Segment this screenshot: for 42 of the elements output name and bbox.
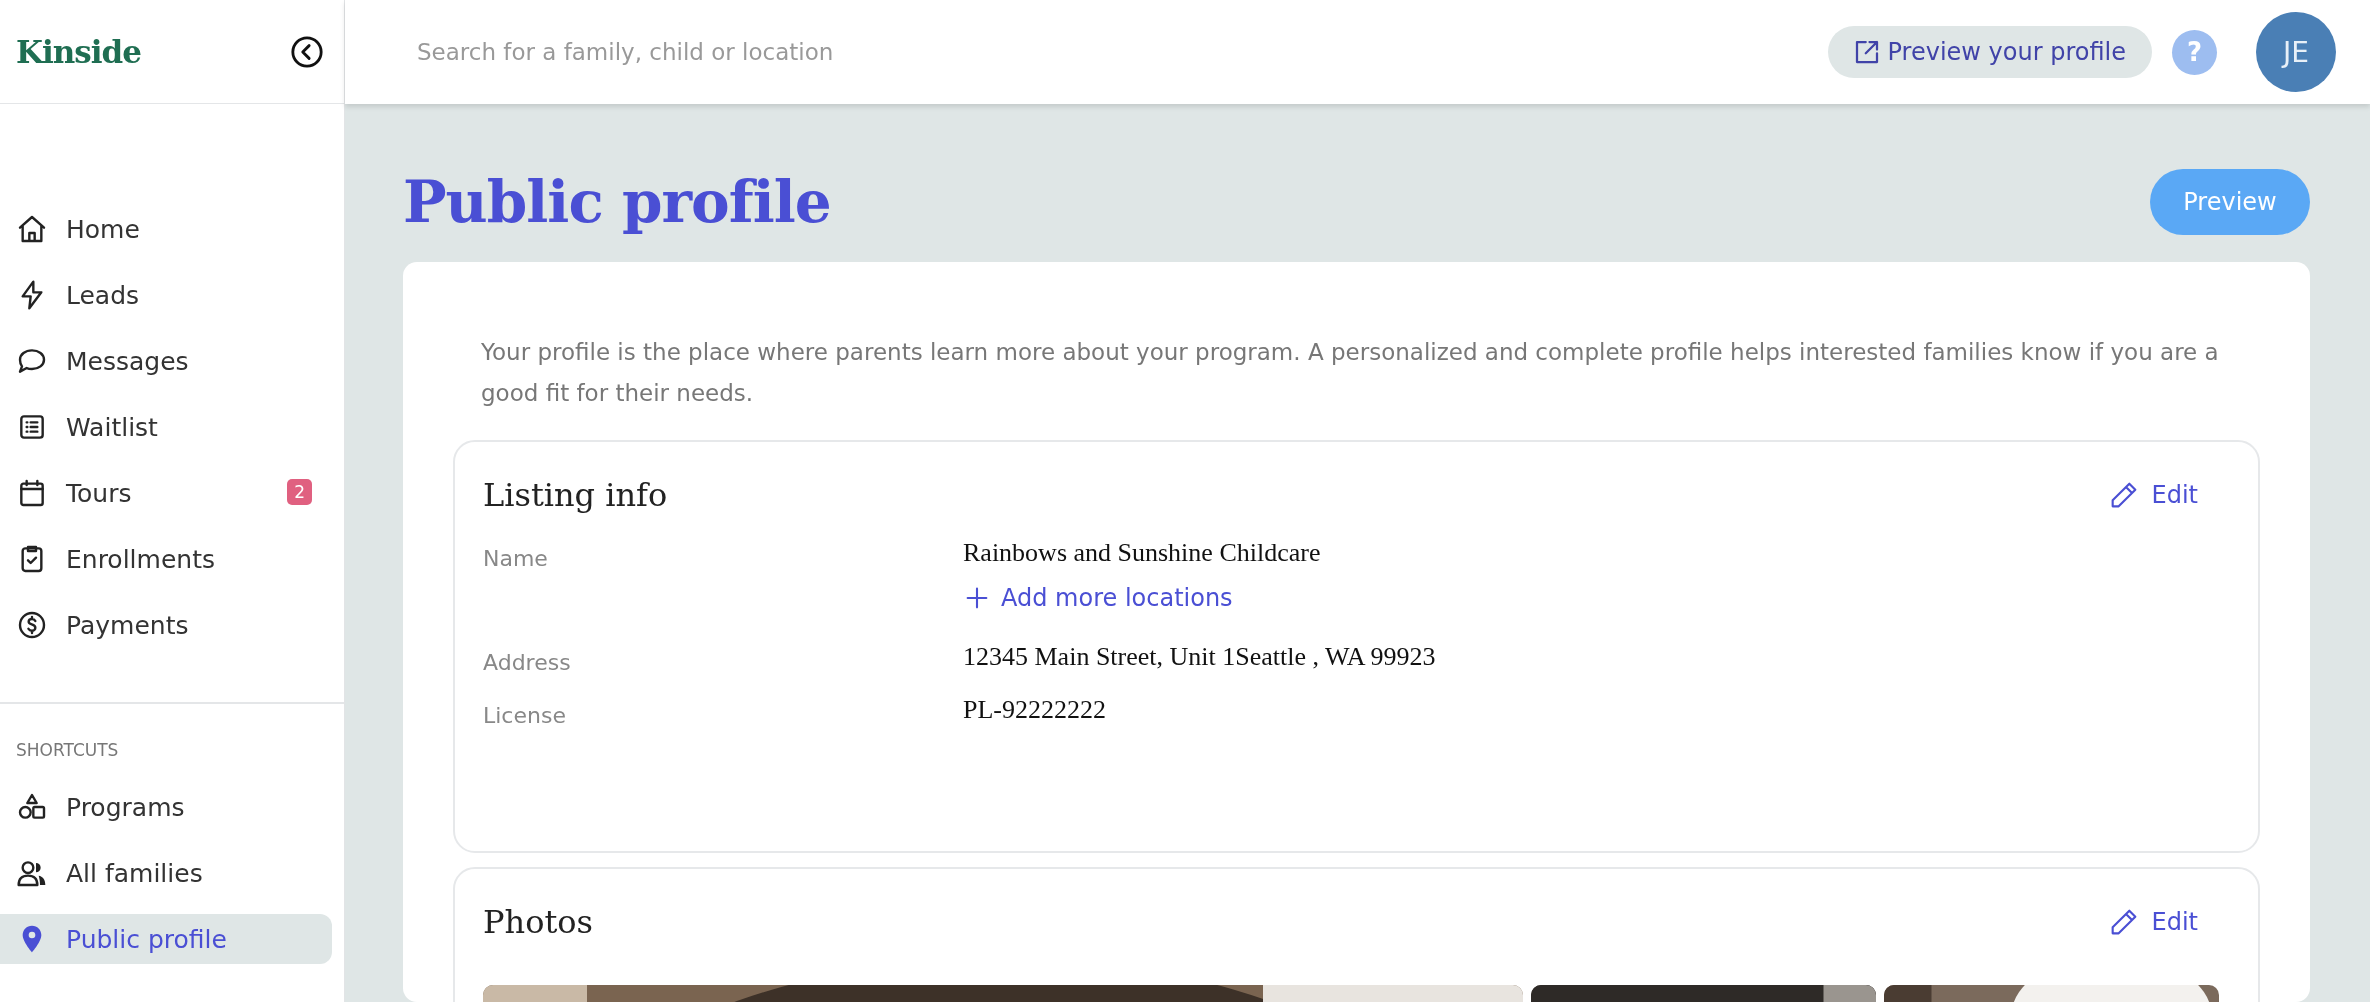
nav-label: Waitlist bbox=[66, 412, 158, 442]
nav-item[interactable]: Public profile bbox=[0, 914, 332, 964]
edit-button[interactable]: Edit bbox=[2107, 906, 2228, 938]
nav-label: Messages bbox=[66, 346, 189, 376]
nav-label: Tours bbox=[66, 478, 132, 508]
section-heading: SHORTCUTS bbox=[15, 740, 120, 760]
nav-label: Home bbox=[66, 214, 140, 244]
avatar[interactable]: JE bbox=[2256, 12, 2336, 92]
field-value: Rainbows and Sunshine Childcare bbox=[963, 538, 1321, 568]
nav-item[interactable]: All families bbox=[0, 848, 332, 898]
nav-item[interactable]: Programs bbox=[0, 782, 332, 832]
nav-label: All families bbox=[66, 858, 203, 888]
nav-item[interactable]: Waitlist bbox=[0, 402, 332, 452]
field-label: License bbox=[483, 702, 567, 728]
nav-item[interactable]: Messages bbox=[0, 336, 332, 386]
nav-label: Public profile bbox=[66, 924, 227, 954]
nav-label: Programs bbox=[66, 792, 185, 822]
home-icon bbox=[16, 213, 48, 245]
section-title: Photos bbox=[483, 903, 593, 941]
dollar-icon bbox=[16, 609, 48, 641]
field-value: PL-92222222 bbox=[963, 695, 1106, 725]
field-label: Address bbox=[483, 649, 572, 675]
nav-label: Payments bbox=[66, 610, 189, 640]
preview-profile-button[interactable]: Preview your profile bbox=[1827, 26, 2152, 78]
nav-item[interactable]: Payments bbox=[0, 600, 332, 650]
field-label: Name bbox=[483, 545, 549, 573]
nav-label: Leads bbox=[66, 280, 140, 310]
page-title: Public profile bbox=[403, 168, 831, 236]
nav-item[interactable]: Home bbox=[0, 204, 332, 254]
nav-item[interactable]: Tours 2 bbox=[0, 468, 332, 518]
nav-item[interactable]: Leads bbox=[0, 270, 332, 320]
count-badge: 2 bbox=[287, 479, 312, 505]
field-value: 12345 Main Street, Unit 1Seattle , WA 99923 bbox=[963, 642, 1436, 672]
intro-text: Your profile is the place where parents learn more about your program. A personalized and complete profile helps interested families know if you are a good fit for their needs. bbox=[481, 338, 2220, 408]
search-field[interactable]: Search for a family, child or location bbox=[415, 38, 1828, 66]
section-title: Listing info bbox=[483, 476, 668, 514]
collapse-icon[interactable] bbox=[290, 34, 324, 69]
logo[interactable]: Kinside bbox=[16, 33, 141, 70]
edit-button[interactable]: Edit bbox=[2107, 479, 2228, 511]
nav-label: Enrollments bbox=[66, 544, 215, 574]
nav-item[interactable]: Enrollments bbox=[0, 534, 332, 584]
add-locations-link[interactable]: Add more locations bbox=[963, 584, 1321, 622]
